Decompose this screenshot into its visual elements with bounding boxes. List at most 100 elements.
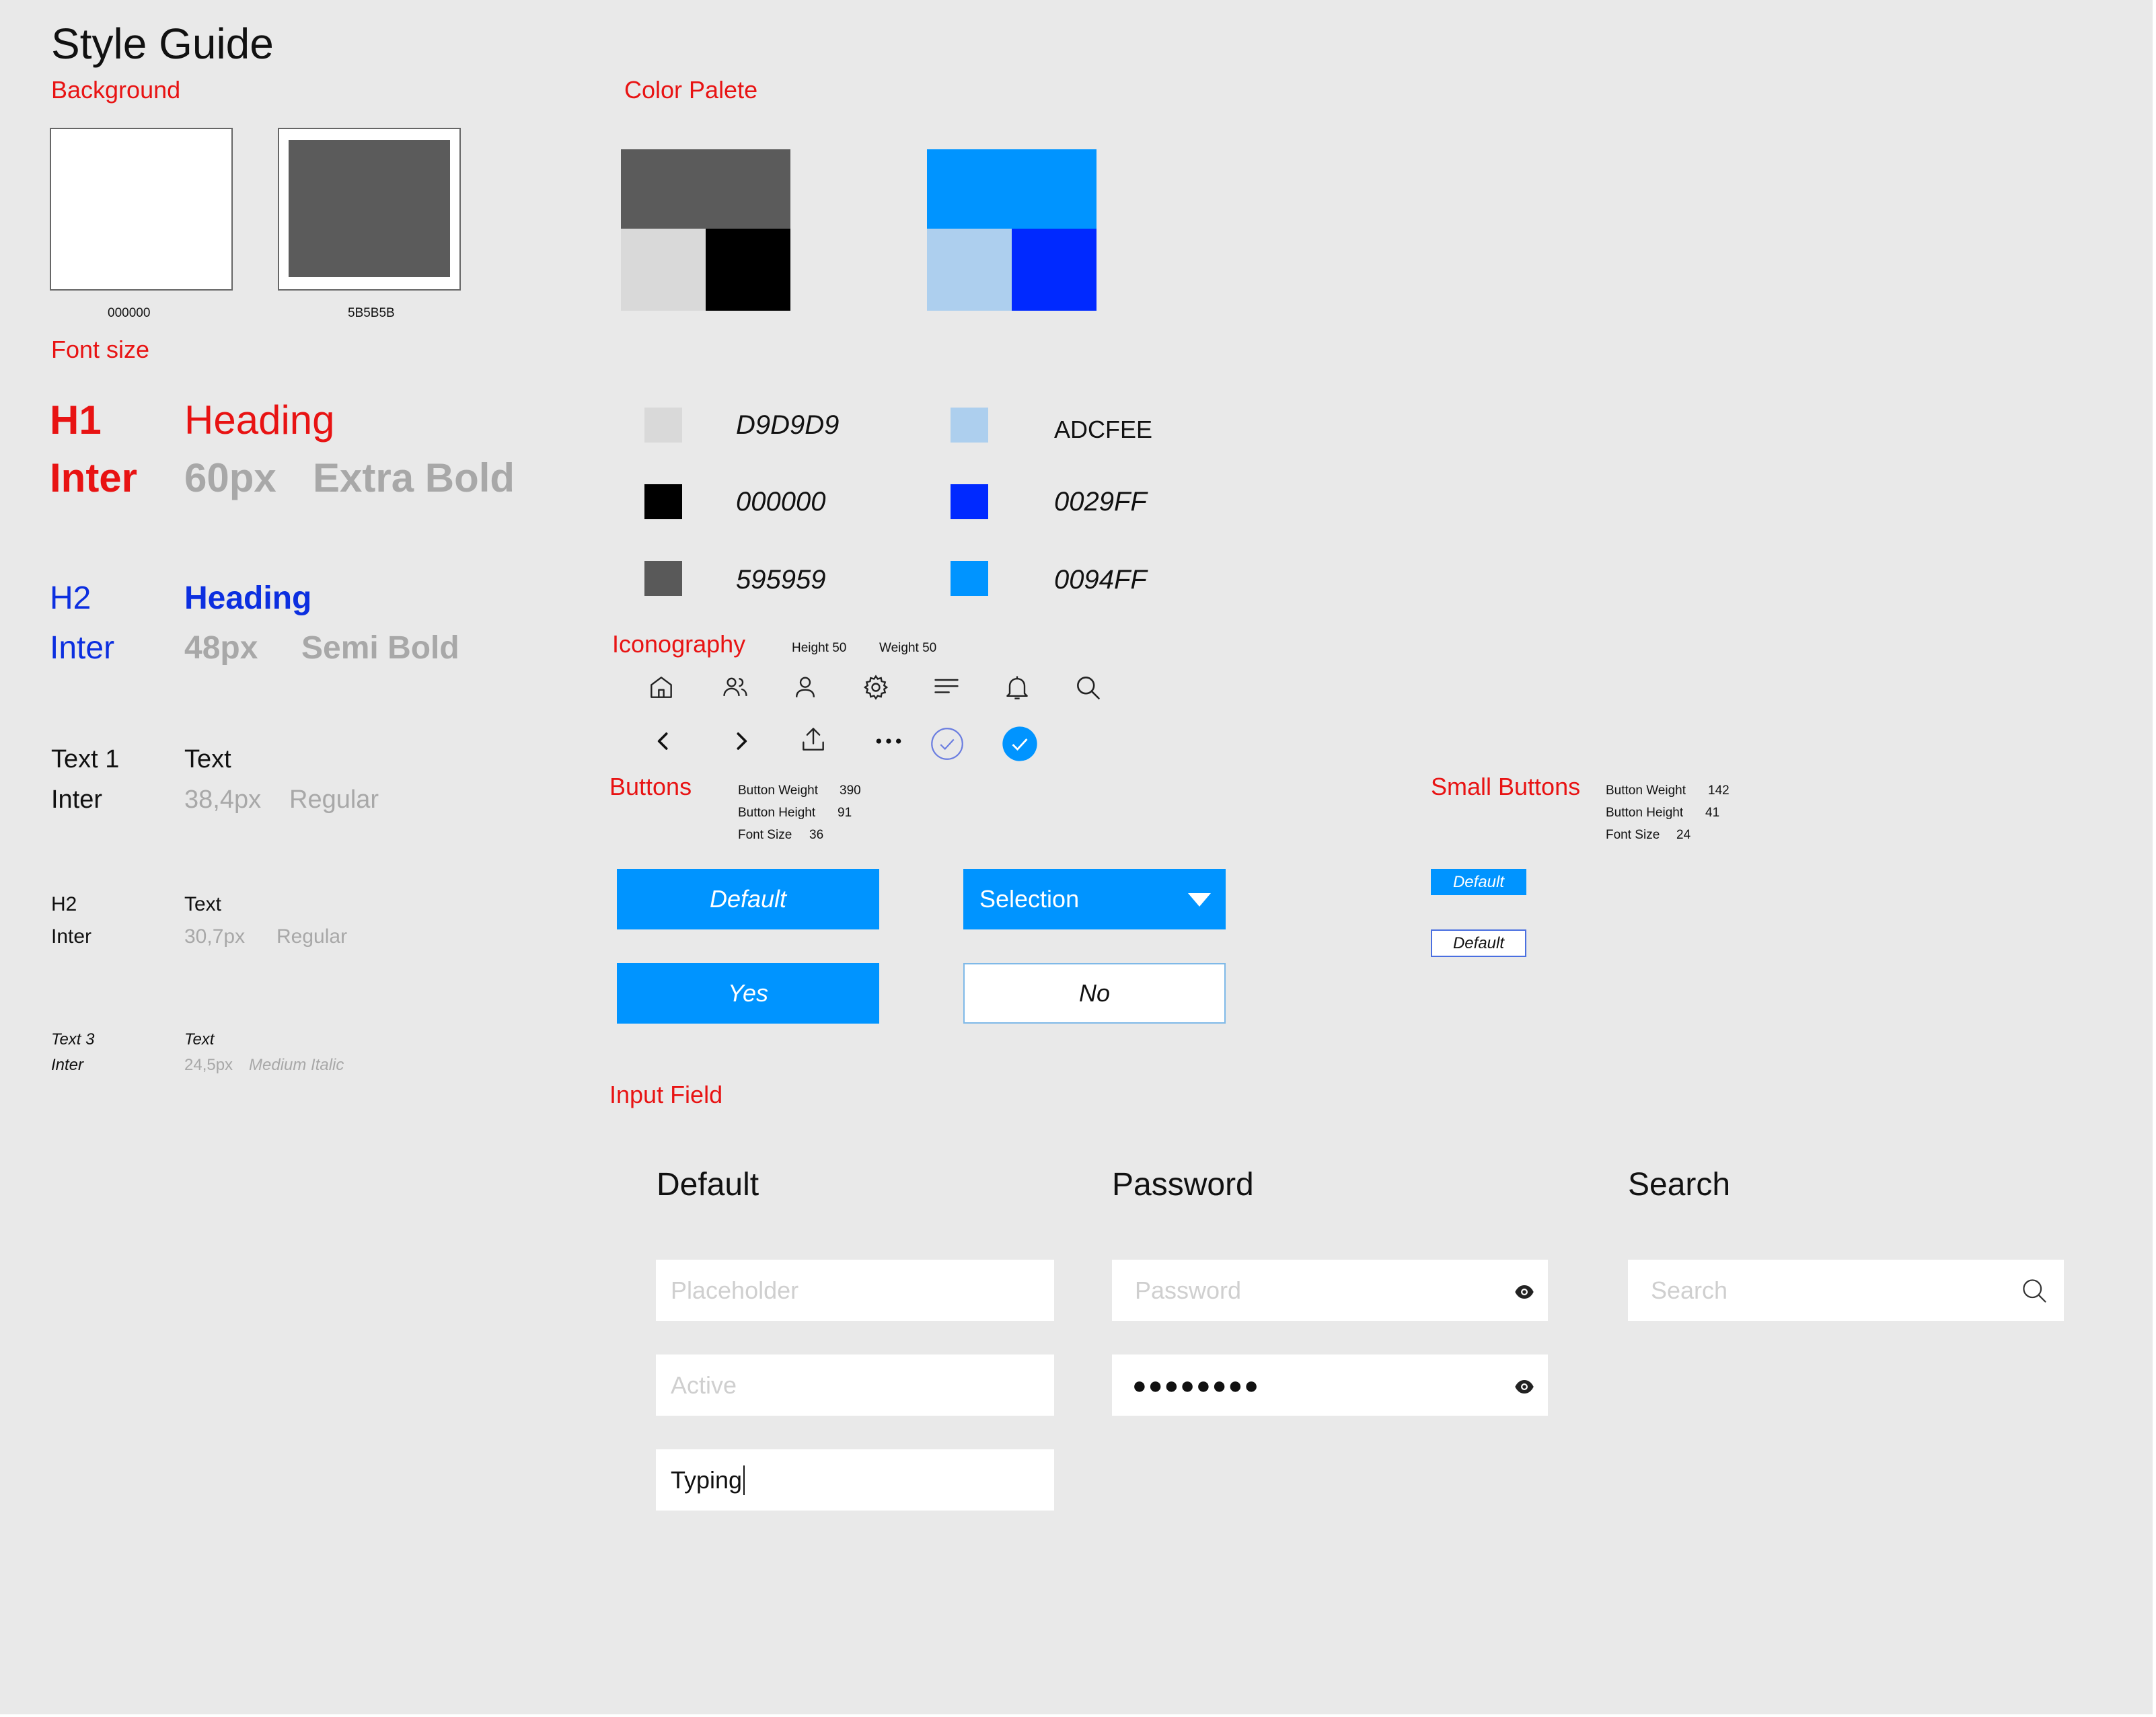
default-placeholder-input[interactable]: Placeholder [656,1260,1054,1321]
default-active-text: Active [671,1371,737,1399]
small-buttons-weight-value: 142 [1708,784,1730,798]
section-small-buttons: Small Buttons [1431,773,1581,800]
text1-weight: Regular [289,786,379,814]
default-typing-text: Typing [671,1465,743,1494]
password-masked-text: ●●●●●●●● [1132,1371,1260,1399]
h2-weight: Semi Bold [301,630,459,666]
palette-grey-black [706,229,790,311]
text3-family: Inter [51,1056,84,1074]
background-swatch-grey-frame [278,128,461,291]
section-iconography: Iconography [612,630,746,658]
password-input-heading: Password [1112,1167,1254,1203]
page-title: Style Guide [51,20,274,68]
password-placeholder-text: Password [1135,1276,1242,1304]
text1-size: 38,4px [184,786,262,814]
palette-chip-595959 [644,561,682,596]
palette-hex-0029ff: 0029FF [1054,487,1147,517]
h2-tag: H2 [50,580,91,616]
text3-weight: Medium Italic [249,1056,344,1074]
section-buttons: Buttons [609,773,692,800]
no-button[interactable]: No [963,963,1226,1024]
caret-down-icon [1188,893,1211,907]
gear-icon[interactable] [861,673,891,702]
selection-dropdown-label: Selection [979,885,1080,913]
text3-tag: Text 3 [51,1030,95,1048]
palette-chip-000000 [644,484,682,519]
palette-grey-top [621,149,790,229]
buttons-font-label: Font Size [738,828,792,842]
section-background: Background [51,76,181,104]
palette-hex-000000: 000000 [736,487,826,517]
text1-tag: Text 1 [51,745,120,773]
buttons-height-value: 91 [838,806,852,820]
selection-dropdown[interactable]: Selection [963,869,1226,929]
no-button-label: No [1078,979,1111,1007]
bell-icon[interactable] [1002,673,1032,702]
h1-family: Inter [50,455,138,500]
h1-sample: Heading [184,397,335,443]
search-input[interactable]: Search [1628,1260,2064,1321]
text1-family: Inter [51,786,103,814]
small-buttons-font-label: Font Size [1606,828,1660,842]
text2-size: 30,7px [184,925,246,948]
palette-blue-top [927,149,1096,229]
background-swatch-white [50,128,233,291]
palette-hex-0094ff: 0094FF [1054,565,1147,595]
default-active-input[interactable]: Active [656,1354,1054,1416]
small-default-button[interactable]: Default [1431,869,1526,895]
search-icon[interactable] [1073,673,1103,702]
yes-button-label: Yes [727,979,769,1007]
palette-chip-d9d9d9 [644,408,682,443]
buttons-weight-label: Button Weight [738,784,819,798]
buttons-font-value: 36 [809,828,824,842]
default-button[interactable]: Default [617,869,879,929]
buttons-height-label: Button Height [738,806,816,820]
eye-icon[interactable] [1513,1375,1536,1395]
h1-tag: H1 [50,397,102,443]
default-placeholder-text: Placeholder [671,1276,799,1304]
palette-chip-0094ff [951,561,988,596]
upload-icon[interactable] [798,725,828,755]
palette-chip-0029ff [951,484,988,519]
check-filled-icon[interactable] [1001,725,1039,763]
default-input-heading: Default [657,1167,759,1203]
user-icon[interactable] [790,673,820,702]
h1-size: 60px [184,455,276,500]
small-default-button-label: Default [1452,872,1505,891]
yes-button[interactable]: Yes [617,963,879,1024]
palette-hex-595959: 595959 [736,565,826,595]
text2-family: Inter [51,925,92,948]
search-placeholder-text: Search [1651,1276,1728,1304]
default-typing-input[interactable]: Typing [656,1449,1054,1511]
icon-height-spec: Height 50 [792,641,847,655]
more-icon[interactable] [874,726,903,756]
check-outline-icon[interactable] [930,726,965,761]
eye-icon[interactable] [1513,1280,1536,1300]
icon-weight-spec: Weight 50 [879,641,937,655]
home-icon[interactable] [646,673,676,702]
small-buttons-height-label: Button Height [1606,806,1684,820]
background-label-2: 5B5B5B [348,306,395,320]
style-guide-canvas: Style Guide Background 000000 5B5B5B Fon… [0,0,2153,1714]
users-icon[interactable] [720,673,750,702]
section-color-palete: Color Palete [624,76,758,104]
small-outline-button[interactable]: Default [1431,929,1526,957]
small-buttons-height-value: 41 [1705,806,1720,820]
search-input-icon[interactable] [2019,1276,2049,1305]
palette-hex-adcfee: ADCFEE [1054,416,1153,443]
password-filled-input[interactable]: ●●●●●●●● [1112,1354,1548,1416]
text3-sample: Text [184,1030,215,1048]
text2-weight: Regular [276,925,348,948]
palette-grey-light [621,229,706,311]
section-font-size: Font size [51,336,150,363]
palette-chip-adcfee [951,408,988,443]
chevron-left-icon[interactable] [649,726,679,756]
buttons-weight-value: 390 [840,784,861,798]
menu-icon[interactable] [932,673,961,702]
search-input-heading: Search [1628,1167,1731,1203]
password-placeholder-input[interactable]: Password [1112,1260,1548,1321]
chevron-right-icon[interactable] [726,726,755,756]
background-swatch-grey [289,140,450,277]
small-buttons-font-value: 24 [1676,828,1691,842]
section-input-field: Input Field [609,1081,723,1108]
